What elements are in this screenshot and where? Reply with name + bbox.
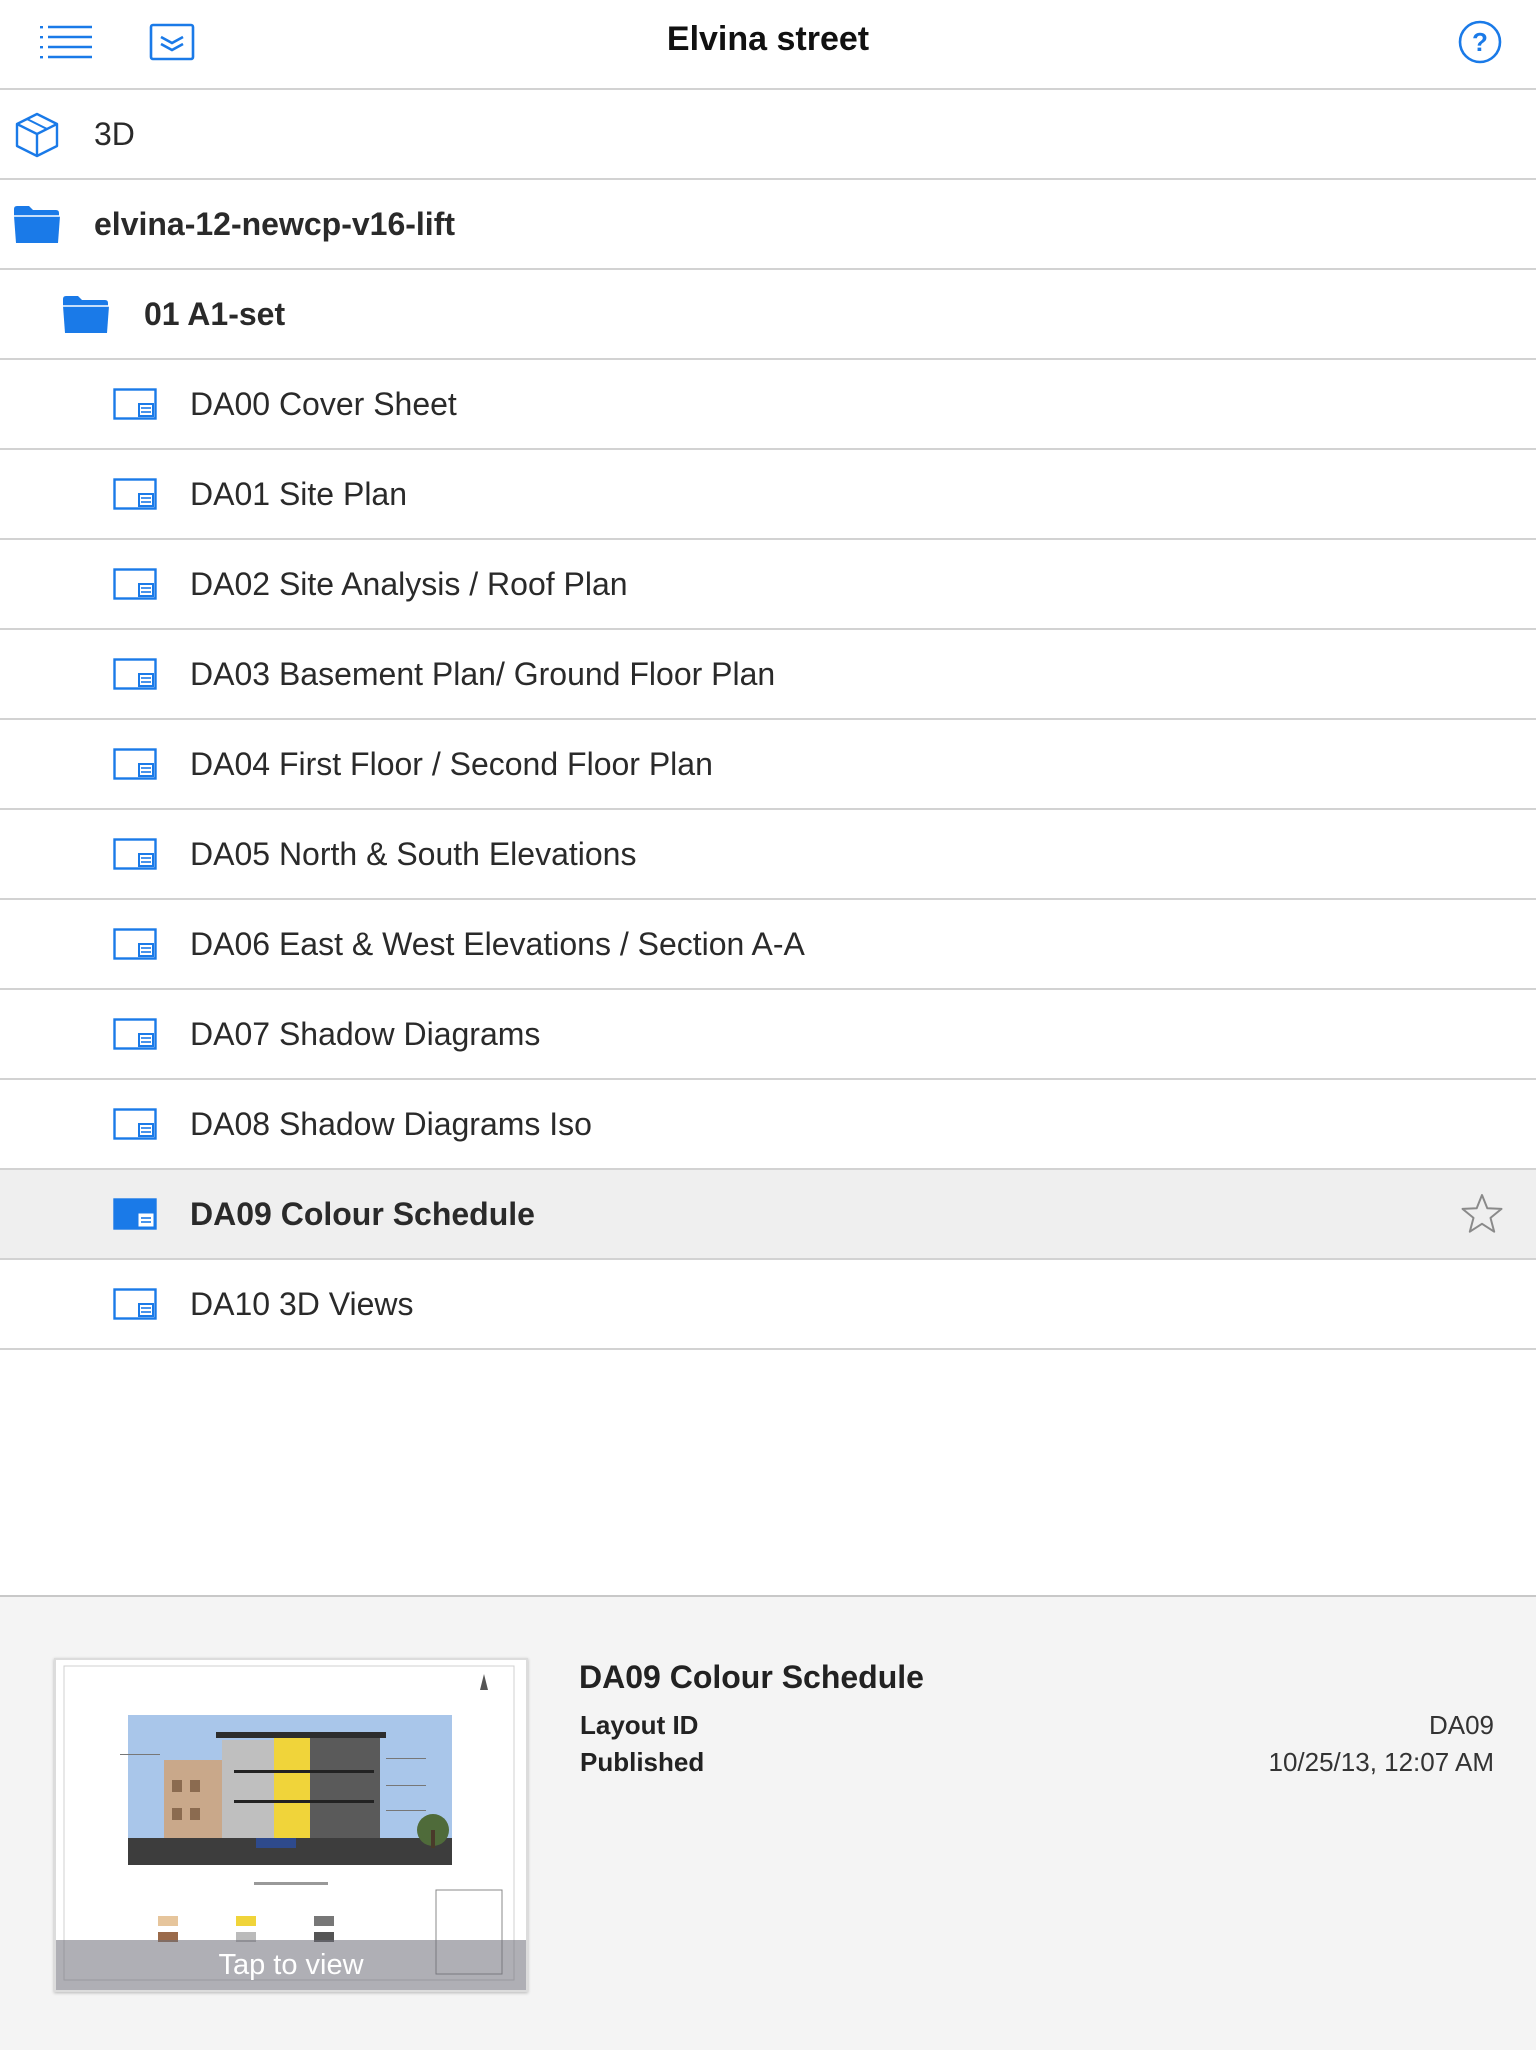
- layout-row-da05[interactable]: DA05 North & South Elevations: [0, 810, 1536, 900]
- layout-label: DA09 Colour Schedule: [190, 1196, 535, 1232]
- layout-row-da08[interactable]: DA08 Shadow Diagrams Iso: [0, 1080, 1536, 1170]
- 3d-cube-icon: [12, 109, 62, 159]
- layout-label: DA06 East & West Elevations / Section A-…: [190, 926, 805, 962]
- layout-sheet-icon: [112, 746, 158, 782]
- star-outline-icon: [1461, 1194, 1503, 1233]
- layout-sheet-icon: [112, 926, 158, 962]
- layout-row-da06[interactable]: DA06 East & West Elevations / Section A-…: [0, 900, 1536, 990]
- layout-row-da03[interactable]: DA03 Basement Plan/ Ground Floor Plan: [0, 630, 1536, 720]
- layout-label: DA02 Site Analysis / Roof Plan: [190, 566, 628, 602]
- layout-label: DA08 Shadow Diagrams Iso: [190, 1106, 592, 1142]
- list-item-3d[interactable]: 3D: [0, 90, 1536, 180]
- layout-row-da02[interactable]: DA02 Site Analysis / Roof Plan: [0, 540, 1536, 630]
- layout-row-da10[interactable]: DA10 3D Views: [0, 1260, 1536, 1350]
- layout-row-da04[interactable]: DA04 First Floor / Second Floor Plan: [0, 720, 1536, 810]
- layout-label: DA05 North & South Elevations: [190, 836, 637, 872]
- published-value: 10/25/13, 12:07 AM: [1268, 1747, 1494, 1777]
- layout-sheet-icon: [112, 476, 158, 512]
- folder-row-model[interactable]: elvina-12-newcp-v16-lift: [0, 180, 1536, 270]
- layout-row-da00[interactable]: DA00 Cover Sheet: [0, 360, 1536, 450]
- help-button[interactable]: ?: [1450, 14, 1510, 74]
- published-label: Published: [580, 1747, 705, 1777]
- folder-row-set[interactable]: 01 A1-set: [0, 270, 1536, 360]
- svg-text:?: ?: [1472, 27, 1488, 57]
- layout-sheet-icon: [112, 386, 158, 422]
- layout-sheet-icon: [112, 656, 158, 692]
- layout-label: DA01 Site Plan: [190, 476, 408, 512]
- help-circle-icon: ?: [1457, 19, 1503, 70]
- layout-label: DA03 Basement Plan/ Ground Floor Plan: [190, 656, 776, 692]
- detail-published: Published 10/25/13, 12:07 AM: [580, 1747, 1494, 1783]
- layout-sheet-icon: [112, 1286, 158, 1322]
- layout-label: DA04 First Floor / Second Floor Plan: [190, 746, 713, 782]
- layout-row-da01[interactable]: DA01 Site Plan: [0, 450, 1536, 540]
- layout-sheet-icon: [112, 1196, 158, 1232]
- layout-sheet-icon: [112, 566, 158, 602]
- layout-thumbnail[interactable]: Tap to view: [54, 1658, 528, 1992]
- favorite-button[interactable]: [1456, 1188, 1508, 1240]
- layout-label: DA10 3D Views: [190, 1286, 414, 1322]
- layout-row-da07[interactable]: DA07 Shadow Diagrams: [0, 990, 1536, 1080]
- layout-sheet-icon: [112, 836, 158, 872]
- layout-preview-image: [63, 1665, 515, 1981]
- layout-label: DA07 Shadow Diagrams: [190, 1016, 541, 1052]
- tap-to-view-label[interactable]: Tap to view: [56, 1940, 526, 1990]
- layout-list: 3D elvina-12-newcp-v16-lift 01 A1-set DA…: [0, 90, 1536, 1350]
- layout-sheet-icon: [112, 1016, 158, 1052]
- layout-label: DA00 Cover Sheet: [190, 386, 457, 422]
- folder-label: 01 A1-set: [144, 296, 286, 332]
- detail-title: DA09 Colour Schedule: [579, 1659, 924, 1695]
- layout-detail-panel: Tap to view DA09 Colour Schedule Layout …: [0, 1595, 1536, 2050]
- layout-id-value: DA09: [1428, 1710, 1494, 1740]
- detail-layout-id: Layout ID DA09: [580, 1710, 1494, 1746]
- layout-sheet-icon: [112, 1106, 158, 1142]
- folder-label: elvina-12-newcp-v16-lift: [94, 206, 455, 242]
- navigation-bar: Elvina street ?: [0, 0, 1536, 90]
- folder-icon: [12, 199, 62, 249]
- page-title: Elvina street: [666, 20, 870, 58]
- layout-row-da09[interactable]: DA09 Colour Schedule: [0, 1170, 1536, 1260]
- list-item-label: 3D: [94, 116, 135, 152]
- folder-icon: [60, 289, 112, 339]
- layout-id-label: Layout ID: [580, 1710, 699, 1740]
